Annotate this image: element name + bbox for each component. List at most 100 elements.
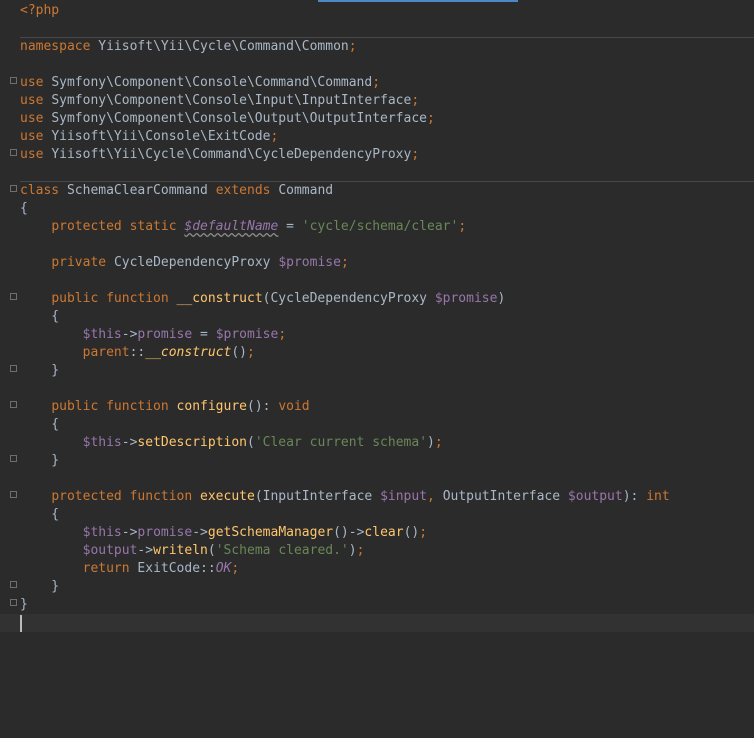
code-token: parent <box>82 345 130 360</box>
fold-marker-icon[interactable] <box>10 293 17 300</box>
code-token: Command <box>278 183 334 198</box>
code-token: void <box>278 399 310 414</box>
code-line[interactable] <box>20 470 754 488</box>
code-line[interactable]: return ExitCode::OK; <box>20 560 754 578</box>
code-line[interactable]: namespace Yiisoft\Yii\Cycle\Command\Comm… <box>20 37 754 56</box>
fold-marker-icon[interactable] <box>10 455 17 462</box>
code-line[interactable]: use Symfony\Component\Console\Input\Inpu… <box>20 92 754 110</box>
text-caret <box>20 615 22 632</box>
code-token: Symfony\Component\Console\Command\Comman… <box>51 75 373 90</box>
code-token: ; <box>434 435 443 450</box>
code-token: } <box>20 453 60 468</box>
code-line[interactable]: public function configure(): void <box>20 398 754 416</box>
code-token: ) <box>348 543 357 558</box>
code-line[interactable]: <?php <box>20 2 754 20</box>
code-line[interactable]: { <box>20 200 754 218</box>
code-token: = <box>278 219 302 234</box>
fold-marker-icon[interactable] <box>10 77 17 84</box>
fold-marker-icon[interactable] <box>10 185 17 192</box>
code-token: protected function <box>51 489 201 504</box>
code-token: -> <box>121 525 138 540</box>
fold-marker-icon[interactable] <box>10 599 17 606</box>
code-token: $promise <box>434 291 498 306</box>
code-line[interactable]: parent::__construct(); <box>20 344 754 362</box>
code-token: { <box>20 201 28 216</box>
code-line[interactable]: { <box>20 308 754 326</box>
code-line[interactable]: use Yiisoft\Yii\Console\ExitCode; <box>20 128 754 146</box>
code-line[interactable]: public function __construct(CycleDepende… <box>20 290 754 308</box>
code-line[interactable] <box>20 236 754 254</box>
code-line[interactable] <box>20 272 754 290</box>
code-token: OutputInterface <box>442 489 568 504</box>
code-token: (): <box>247 399 279 414</box>
code-token: ; <box>356 543 365 558</box>
code-line[interactable]: { <box>20 416 754 434</box>
code-line[interactable]: { <box>20 506 754 524</box>
code-token: ; <box>411 93 420 108</box>
code-line[interactable] <box>20 164 754 182</box>
fold-marker-icon[interactable] <box>10 149 17 156</box>
code-token: execute <box>200 489 255 504</box>
fold-marker-icon[interactable] <box>10 581 17 588</box>
code-line[interactable]: use Symfony\Component\Console\Output\Out… <box>20 110 754 128</box>
code-token: Yiisoft\Yii\Cycle\Command\Common <box>98 39 349 54</box>
fold-marker-icon[interactable] <box>10 365 17 372</box>
code-token: ; <box>278 327 287 342</box>
code-token: (CycleDependencyProxy <box>262 291 435 306</box>
fold-marker-icon[interactable] <box>10 401 17 408</box>
code-token: } <box>20 597 28 612</box>
code-token: $promise <box>278 255 341 270</box>
code-line[interactable]: protected static $defaultName = 'cycle/s… <box>20 218 754 236</box>
code-token: setDescription <box>137 435 247 450</box>
code-token: ; <box>340 255 349 270</box>
code-token: $this <box>82 327 122 342</box>
code-token: $output <box>82 543 138 558</box>
code-line[interactable]: use Symfony\Component\Console\Command\Co… <box>20 74 754 92</box>
code-line[interactable]: } <box>20 362 754 380</box>
code-line[interactable]: $this->setDescription('Clear current sch… <box>20 434 754 452</box>
code-line[interactable]: } <box>20 452 754 470</box>
code-line[interactable]: $output->writeln('Schema cleared.'); <box>20 542 754 560</box>
code-token: $input <box>380 489 428 504</box>
code-line[interactable]: } <box>20 596 754 614</box>
code-token: $this <box>82 435 122 450</box>
fold-marker-icon[interactable] <box>10 491 17 498</box>
code-line[interactable]: use Yiisoft\Yii\Cycle\Command\CycleDepen… <box>20 146 754 164</box>
code-token: <?php <box>20 3 60 18</box>
code-token: $output <box>567 489 623 504</box>
code-token: int <box>646 489 670 504</box>
code-token: () <box>231 345 247 360</box>
code-token: ( <box>247 435 255 450</box>
code-lines[interactable]: <?php namespace Yiisoft\Yii\Cycle\Command… <box>0 2 754 632</box>
code-token: ; <box>270 129 279 144</box>
code-token: 'Schema cleared.' <box>215 543 349 558</box>
code-line[interactable] <box>0 614 754 632</box>
code-editor[interactable]: <?php namespace Yiisoft\Yii\Cycle\Command… <box>0 0 754 738</box>
code-line[interactable] <box>20 380 754 398</box>
code-line[interactable] <box>20 20 754 38</box>
code-token: __construct <box>176 291 263 306</box>
code-token: Symfony\Component\Console\Input\InputInt… <box>51 93 412 108</box>
code-token: use <box>20 75 52 90</box>
code-token: use <box>20 147 52 162</box>
code-line[interactable]: } <box>20 578 754 596</box>
code-token: SchemaClearCommand <box>66 183 216 198</box>
code-line[interactable]: private CycleDependencyProxy $promise; <box>20 254 754 272</box>
code-token: -> <box>121 435 138 450</box>
code-token: , <box>427 489 443 504</box>
code-line[interactable] <box>20 56 754 74</box>
code-token: ): <box>622 489 647 504</box>
code-line[interactable]: $this->promise->getSchemaManager()->clea… <box>20 524 754 542</box>
code-token: = <box>192 327 216 342</box>
code-line[interactable]: protected function execute(InputInterfac… <box>20 488 754 506</box>
code-line[interactable]: class SchemaClearCommand extends Command <box>20 181 754 200</box>
code-token: writeln <box>153 543 208 558</box>
code-line[interactable]: $this->promise = $promise; <box>20 326 754 344</box>
code-token: ; <box>247 345 255 360</box>
code-token: $promise <box>215 327 279 342</box>
code-token: ExitCode:: <box>137 561 216 576</box>
